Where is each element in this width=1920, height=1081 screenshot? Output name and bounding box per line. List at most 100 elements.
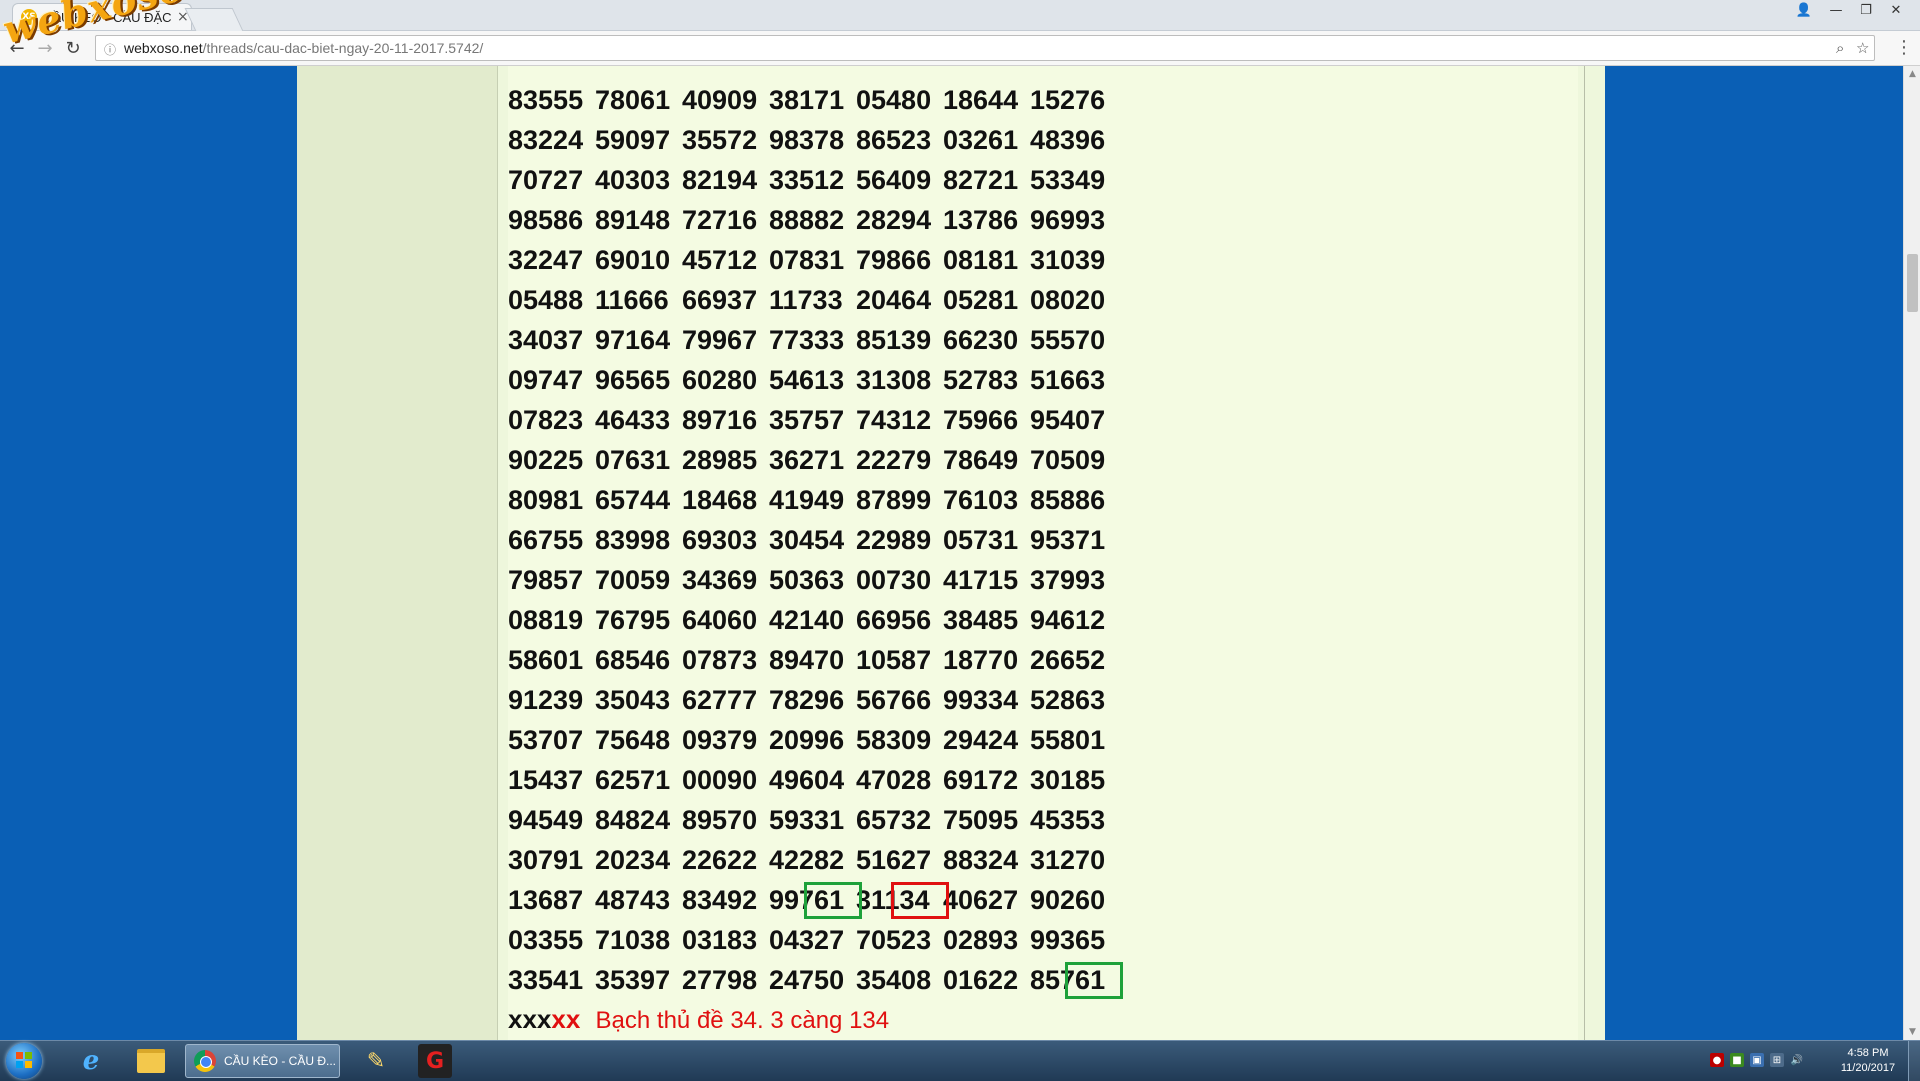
number-cell: 83555 [508,85,584,115]
internet-explorer-icon[interactable]: e [70,1044,112,1078]
address-bar[interactable]: ⓘ webxoso.net/threads/cau-dac-biet-ngay-… [95,35,1875,61]
number-cell: 97164 [595,325,671,355]
number-cell: 89148 [595,205,671,235]
table-row: 80981 65744 18468 41949 87899 76103 85886 [508,480,1117,520]
start-button[interactable] [6,1043,42,1079]
number-cell: 55801 [1030,725,1106,755]
network-tray-icon[interactable]: ⊞ [1770,1053,1784,1067]
number-cell: 72716 [682,205,758,235]
volume-tray-icon[interactable]: 🔊 [1790,1053,1804,1067]
number-cell: 90225 [508,445,584,475]
number-cell: 41949 [769,485,845,515]
garena-app-icon[interactable]: G [418,1044,452,1078]
tray-monitor-icon[interactable]: ▣ [1750,1053,1764,1067]
number-cell: 79866 [856,245,932,275]
number-cell: 26652 [1030,645,1106,675]
number-cell: 38171 [769,85,845,115]
restore-window-button[interactable]: ❐ [1852,0,1880,20]
browser-toolbar: ← → ↻ ⓘ webxoso.net/threads/cau-dac-biet… [0,31,1920,66]
post-conclusion: xxxxx Bạch thủ đề 34. 3 càng 134 [508,1004,889,1036]
number-cell: 46433 [595,405,671,435]
number-cell: 18644 [943,85,1019,115]
number-cell: 53707 [508,725,584,755]
number-cell: 11666 [595,285,669,315]
table-row: 83224 59097 35572 98378 86523 03261 48396 [508,120,1117,160]
number-cell: 56766 [856,685,932,715]
number-cell: 48743 [595,885,671,915]
table-row: 53707 75648 09379 20996 58309 29424 55801 [508,720,1117,760]
number-cell: 34369 [682,565,758,595]
page-info-icon[interactable]: ⓘ [104,41,118,57]
table-row: 30791 20234 22622 42282 51627 88324 31270 [508,840,1117,880]
scroll-thumb[interactable] [1907,254,1918,312]
number-cell: 75095 [943,805,1019,835]
number-cell: 64060 [682,605,758,635]
new-tab-button[interactable] [184,8,244,31]
scroll-up-arrow-icon[interactable]: ▲ [1904,66,1920,82]
number-cell: 08020 [1030,285,1106,315]
number-cell: 87899 [856,485,932,515]
number-cell: 37993 [1030,565,1106,595]
number-cell: 30454 [769,525,845,555]
number-cell: 95407 [1030,405,1106,435]
nvidia-tray-icon[interactable]: ■ [1730,1053,1744,1067]
number-cell: 35043 [595,685,671,715]
number-cell: 07823 [508,405,584,435]
number-cell: 49604 [769,765,845,795]
number-cell: 50363 [769,565,845,595]
number-cell: 76795 [595,605,671,635]
taskbar-chrome-window[interactable]: CẦU KÈO - CẦU Đ... [185,1044,340,1078]
number-cell: 83998 [595,525,671,555]
number-cell: 03183 [682,925,758,955]
number-cell: 88324 [943,845,1019,875]
taskbar-clock[interactable]: 4:58 PM 11/20/2017 [1830,1046,1906,1076]
number-cell: 94549 [508,805,584,835]
file-explorer-icon[interactable] [130,1044,172,1078]
show-desktop-button[interactable] [1908,1041,1920,1081]
number-highlight-box [891,882,949,919]
table-row: 66755 83998 69303 30454 22989 05731 95371 [508,520,1117,560]
number-cell: 91239 [508,685,584,715]
table-row: 70727 40303 82194 33512 56409 82721 53349 [508,160,1117,200]
close-window-button[interactable]: ✕ [1882,0,1910,20]
zoom-icon[interactable]: ⌕ [1836,39,1844,57]
number-cell: 00730 [856,565,932,595]
number-cell: 40627 [943,885,1019,915]
taskbar-chrome-label: CẦU KÈO - CẦU Đ... [224,1054,337,1068]
paint-app-icon[interactable]: ✎ [355,1044,397,1078]
url-host: webxoso.net [124,40,203,56]
number-cell: 09379 [682,725,758,755]
browser-menu-icon[interactable]: ⋮ [1895,37,1913,58]
bookmark-star-icon[interactable]: ☆ [1856,39,1869,57]
scroll-down-arrow-icon[interactable]: ▼ [1904,1024,1920,1040]
number-cell: 59097 [595,125,671,155]
reload-button[interactable]: ↻ [62,37,84,59]
number-cell: 69172 [943,765,1019,795]
number-cell: 69303 [682,525,758,555]
user-profile-icon[interactable]: 👤 [1790,0,1818,20]
page-scrollbar[interactable]: ▲ ▼ [1903,66,1920,1040]
number-cell: 05488 [508,285,584,315]
table-row: 94549 84824 89570 59331 65732 75095 45353 [508,800,1117,840]
number-cell: 59331 [769,805,845,835]
table-row: 79857 70059 34369 50363 00730 41715 37993 [508,560,1117,600]
minimize-window-button[interactable]: — [1822,0,1850,20]
number-cell: 84824 [595,805,671,835]
chrome-icon [194,1050,216,1072]
number-cell: 85139 [856,325,932,355]
windows-taskbar: e CẦU KÈO - CẦU Đ... ✎ G ● ■ ▣ ⊞ 🔊 4:58 … [0,1040,1920,1081]
system-tray: ● ■ ▣ ⊞ 🔊 [1710,1053,1804,1067]
number-cell: 48396 [1030,125,1106,155]
number-cell: 80981 [508,485,584,515]
number-cell: 95371 [1030,525,1106,555]
number-cell: 71038 [595,925,671,955]
number-cell: 55570 [1030,325,1106,355]
number-cell: 22279 [856,445,932,475]
number-cell: 31308 [856,365,932,395]
number-cell: 53349 [1030,165,1106,195]
number-cell: 69010 [595,245,671,275]
tray-app-icon[interactable]: ● [1710,1053,1724,1067]
number-cell: 66230 [943,325,1019,355]
table-row: 07823 46433 89716 35757 74312 75966 95407 [508,400,1117,440]
table-row: 58601 68546 07873 89470 10587 18770 26652 [508,640,1117,680]
